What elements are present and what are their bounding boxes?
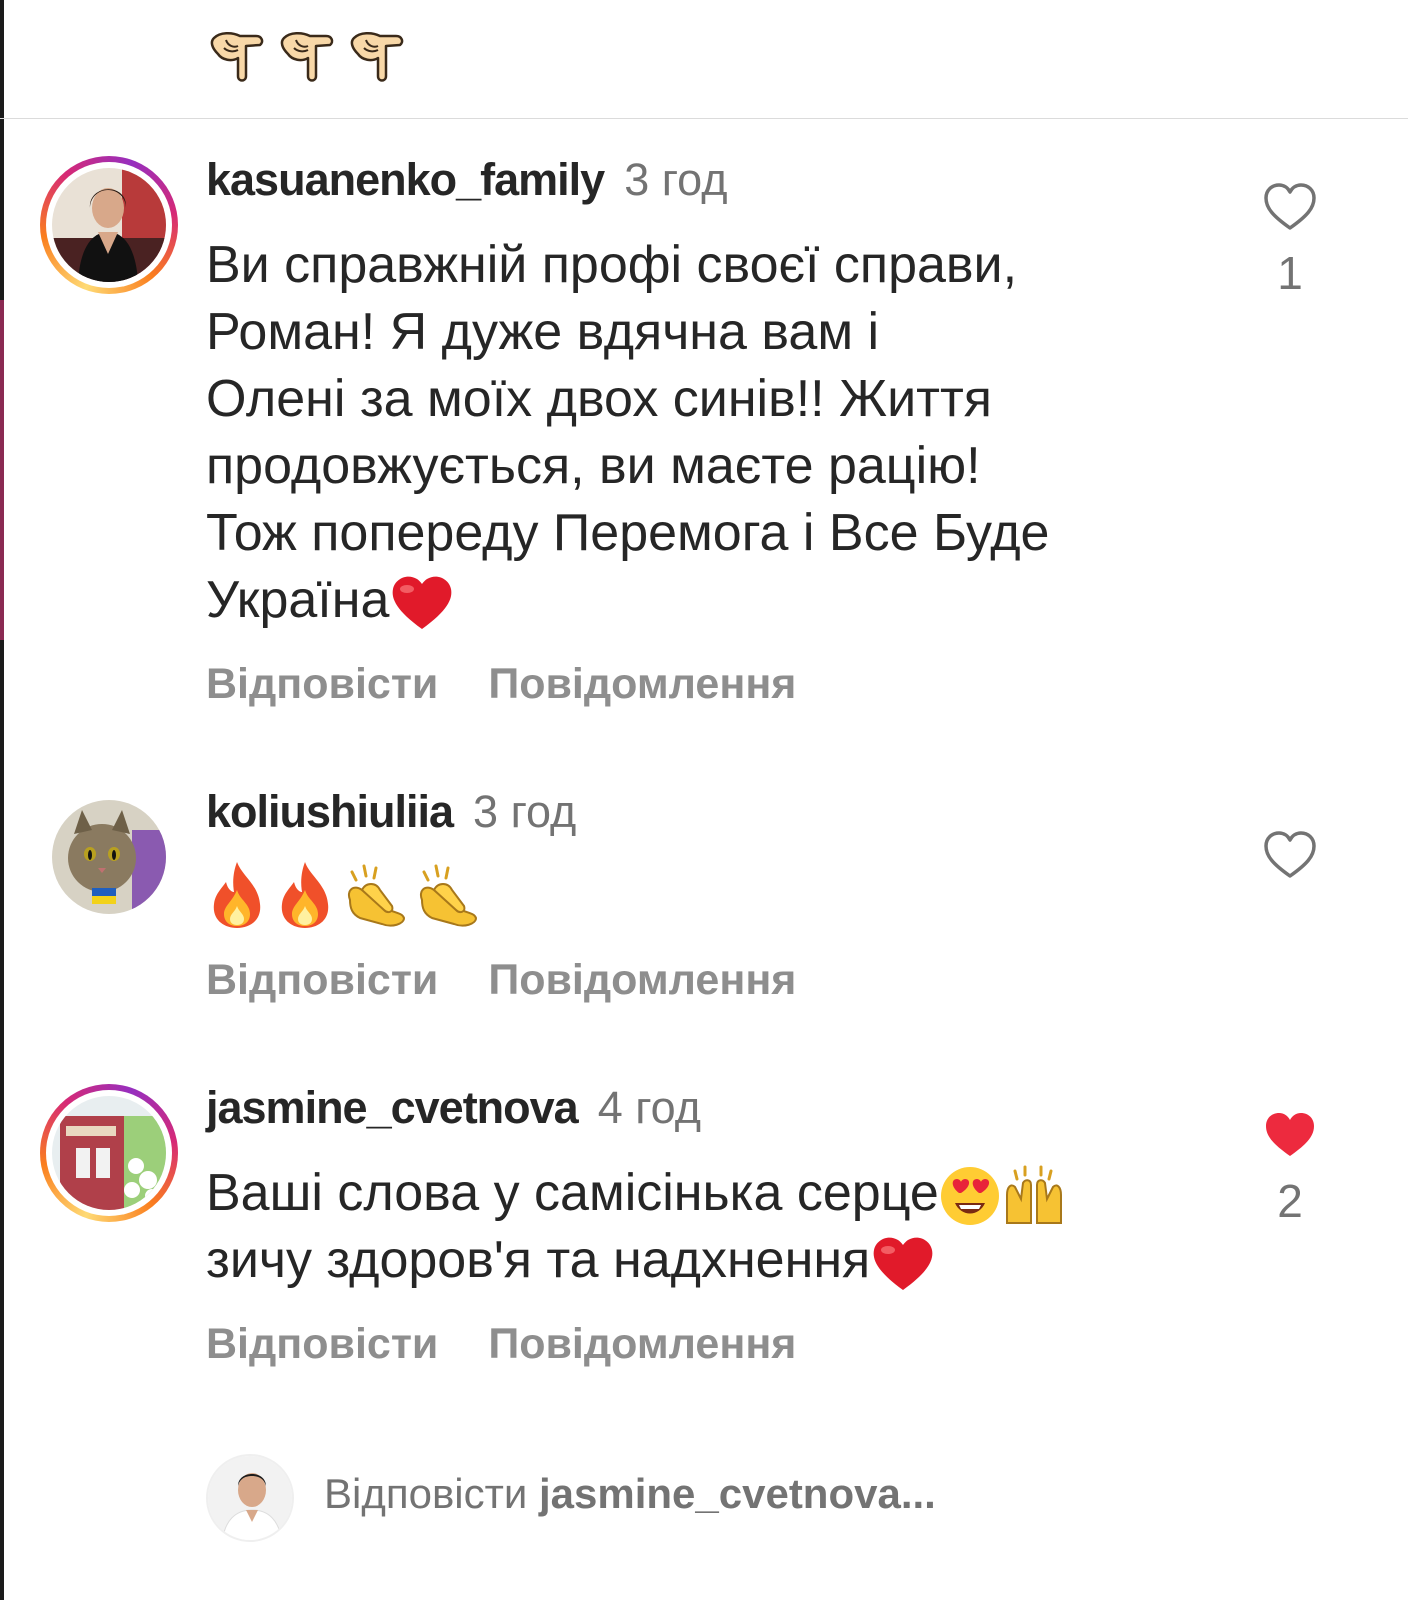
- clapping-hands-icon: [420, 864, 478, 927]
- comment-time: 3 год: [473, 786, 577, 837]
- heart-outline-icon[interactable]: [1263, 182, 1317, 232]
- fire-icon: [281, 862, 329, 928]
- caption-divider: [0, 118, 1408, 119]
- comment-text: Ви справжній профі своєї справи, Роман! …: [206, 232, 1216, 634]
- like-control: 1: [1262, 182, 1318, 300]
- heart-eyes-icon: [940, 1167, 999, 1226]
- comment-time: 3 год: [624, 154, 728, 205]
- message-button[interactable]: Повідомлення: [488, 1320, 796, 1368]
- avatar[interactable]: [40, 156, 178, 294]
- comment-line: продовжується, ви маєте рацію!: [206, 437, 981, 495]
- comment-actions: Відповісти Повідомлення: [206, 660, 796, 709]
- username[interactable]: jasmine_cvetnova: [206, 1082, 579, 1133]
- comment-line: Ваші слова у самісінька серце: [206, 1160, 1216, 1227]
- comment-header: kasuanenko_family 3 год: [206, 152, 727, 208]
- comment-line: Тож попереду Перемога і Все Буде: [206, 504, 1050, 562]
- reply-composer: Відповісти jasmine_cvetnova...: [0, 1440, 1408, 1560]
- point-down-icon: [210, 32, 264, 82]
- reply-target-username: jasmine_cvetnova...: [538, 1470, 936, 1517]
- point-down-icon: [280, 32, 334, 82]
- message-button[interactable]: Повідомлення: [488, 660, 796, 708]
- caption-emoji-row: [206, 24, 412, 90]
- like-count: 2: [1277, 1175, 1303, 1227]
- comment-line: Роман! Я дуже вдячна вам і: [206, 303, 880, 361]
- reply-input[interactable]: Відповісти jasmine_cvetnova...: [324, 1470, 936, 1518]
- heart-outline-icon[interactable]: [1263, 830, 1317, 880]
- avatar[interactable]: [52, 800, 166, 914]
- reply-button[interactable]: Відповісти: [206, 956, 438, 1004]
- red-heart-icon: [873, 1237, 933, 1290]
- raising-hands-icon: [1005, 1165, 1062, 1225]
- red-heart-icon: [393, 576, 452, 630]
- comments-screen: kasuanenko_family 3 год Ви справжній проф…: [0, 0, 1408, 1600]
- comment-emoji-row: [206, 860, 480, 930]
- comment-time: 4 год: [597, 1082, 701, 1133]
- avatar-photo: [52, 168, 166, 282]
- point-down-icon: [350, 32, 404, 82]
- fire-icon: [213, 862, 261, 928]
- comment-header: koliushiuliia 3 год: [206, 784, 576, 840]
- comment-text: Ваші слова у самісінька серце зичу здоро…: [206, 1160, 1216, 1294]
- heart-filled-icon[interactable]: [1263, 1110, 1317, 1160]
- like-count: 1: [1277, 247, 1303, 299]
- avatar[interactable]: [40, 1084, 178, 1222]
- reply-button[interactable]: Відповісти: [206, 660, 438, 708]
- like-control: 2: [1262, 1110, 1318, 1228]
- left-edge-accent: [0, 300, 4, 640]
- reply-prefix: Відповісти: [324, 1470, 528, 1517]
- comment-line-last: Україна: [206, 567, 1216, 634]
- avatar-photo: [52, 1096, 166, 1210]
- like-control: [1262, 830, 1318, 880]
- username[interactable]: koliushiuliia: [206, 786, 454, 837]
- comment-line: Олені за моїх двох синів!! Життя: [206, 370, 992, 428]
- clapping-hands-icon: [348, 864, 406, 927]
- reply-button[interactable]: Відповісти: [206, 1320, 438, 1368]
- comment-line-last: зичу здоров'я та надхнення: [206, 1227, 1216, 1294]
- comment-actions: Відповісти Повідомлення: [206, 1320, 796, 1369]
- message-button[interactable]: Повідомлення: [488, 956, 796, 1004]
- left-edge-bar: [0, 0, 4, 1600]
- comment-line: Ви справжній профі своєї справи,: [206, 236, 1018, 294]
- comment-actions: Відповісти Повідомлення: [206, 956, 796, 1005]
- current-user-avatar: [206, 1454, 294, 1542]
- comment-header: jasmine_cvetnova 4 год: [206, 1080, 701, 1136]
- username[interactable]: kasuanenko_family: [206, 154, 605, 205]
